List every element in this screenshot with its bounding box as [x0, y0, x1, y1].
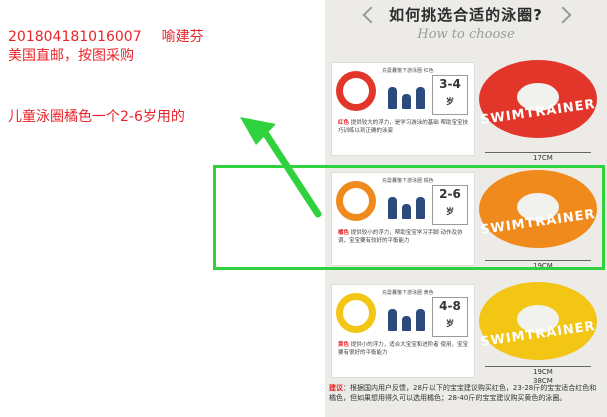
arrow-shaft [258, 124, 322, 218]
annotation-arrow [240, 117, 322, 218]
